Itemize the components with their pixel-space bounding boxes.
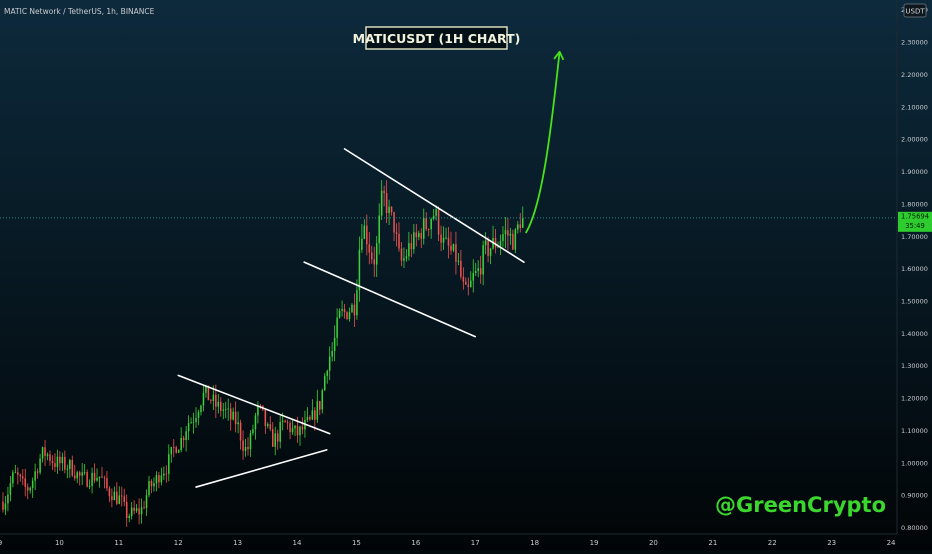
currency-badge: USDT [903,3,927,18]
price-tick-label: 1.10000 [901,427,928,435]
time-tick-label: 15 [352,539,361,547]
time-tick-label: 17 [471,539,480,547]
symbol-info: MATIC Network / TetherUS, 1h, BINANCE [4,7,155,16]
price-tick-label: 1.20000 [901,395,928,403]
time-tick-label: 24 [887,539,896,547]
price-tick-label: 1.30000 [901,362,928,370]
price-tick-label: 2.00000 [901,136,928,144]
chart-title: MATICUSDT (1H CHART) [353,31,521,46]
price-tick-label: 1.50000 [901,297,928,305]
time-tick-label: 11 [114,539,123,547]
time-tick-label: 20 [649,539,658,547]
price-tick-label: 0.80000 [901,524,928,532]
price-tick-label: 1.40000 [901,330,928,338]
price-tick-label: 2.20000 [901,71,928,79]
time-tick-label: 14 [293,539,302,547]
chart-panel: MATICUSDT (1H CHART) MATIC Network / Tet… [0,0,932,550]
last-price-value: 1.75694 [901,212,929,220]
time-tick-label: 21 [708,539,717,547]
candle-countdown: 35:49 [905,222,925,230]
price-tick-label: 1.70000 [901,233,928,241]
time-tick-label: 16 [411,539,420,547]
price-tick-label: 1.00000 [901,459,928,467]
candle [514,227,517,254]
chart-background [0,0,932,550]
price-tick-label: 2.10000 [901,103,928,111]
price-chart: MATICUSDT (1H CHART) MATIC Network / Tet… [0,0,932,550]
time-tick-label: 23 [827,539,836,547]
price-tick-label: 1.60000 [901,265,928,273]
price-tick-label: 0.90000 [901,492,928,500]
price-tick-label: 2.30000 [901,39,928,47]
last-price-tag: 1.75694 35:49 [898,211,932,232]
author-watermark: @GreenCrypto [715,493,886,517]
time-tick-label: 19 [590,539,599,547]
candle [86,469,88,488]
time-tick-label: 22 [768,539,777,547]
price-tick-label: 1.90000 [901,168,928,176]
chart-title-box: MATICUSDT (1H CHART) [353,26,521,50]
time-tick-label: 13 [233,539,242,547]
time-tick-label: 18 [530,539,539,547]
currency-label: USDT [905,8,925,16]
time-tick-label: 10 [55,539,64,547]
candle [346,311,348,321]
time-tick-label: 9 [0,539,2,547]
time-tick-label: 12 [174,539,183,547]
price-tick-label: 1.80000 [901,200,928,208]
